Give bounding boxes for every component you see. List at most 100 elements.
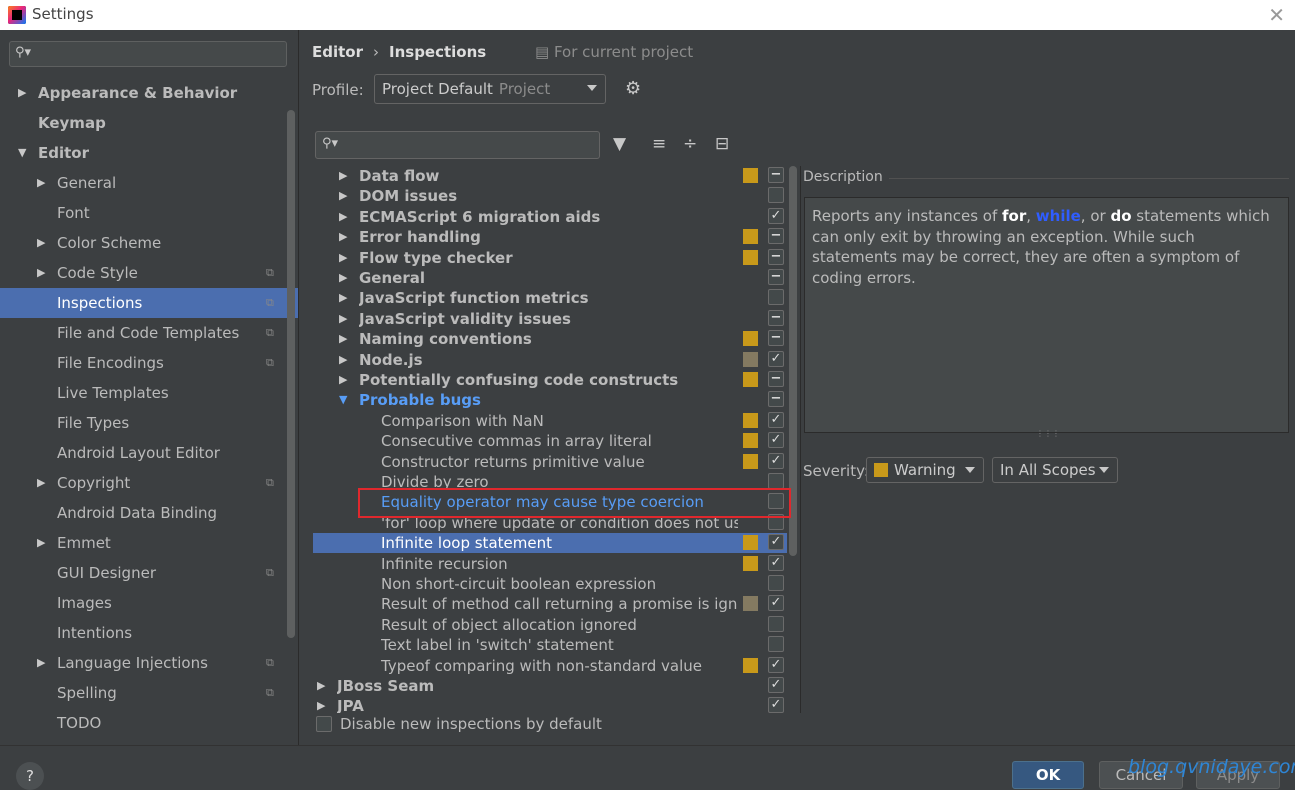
inspection-category-row[interactable]: ▶ JavaScript function metrics [313, 288, 787, 308]
chevron-right-icon[interactable]: ▶ [37, 258, 45, 288]
chevron-right-icon[interactable]: ▶ [37, 168, 45, 198]
sidebar-item-appearance-behavior[interactable]: ▶ Appearance & Behavior [0, 78, 298, 108]
inspection-checkbox[interactable]: − [768, 391, 784, 408]
chevron-right-icon[interactable]: ▶ [339, 186, 347, 206]
reset-icon[interactable]: ⊟ [715, 134, 729, 154]
sidebar-item-code-style[interactable]: ▶ Code Style ⧉ [0, 258, 298, 288]
inspection-search-input[interactable]: ⚲▾ [315, 131, 600, 159]
chevron-right-icon[interactable]: ▶ [18, 78, 26, 108]
sidebar-item-intentions[interactable]: Intentions [0, 618, 298, 648]
inspection-category-row[interactable]: ▶ Node.js ✓ [313, 350, 787, 370]
chevron-right-icon[interactable]: ▶ [37, 228, 45, 258]
inspection-checkbox[interactable]: − [768, 269, 784, 285]
sidebar-item-gui-designer[interactable]: GUI Designer ⧉ [0, 558, 298, 588]
sidebar-item-file-and-code-templates[interactable]: File and Code Templates ⧉ [0, 318, 298, 348]
splitter-grip-icon[interactable]: ⋮⋮⋮ [1036, 429, 1060, 438]
inspection-checkbox[interactable]: ✓ [768, 554, 784, 571]
chevron-right-icon[interactable]: ▶ [37, 528, 45, 558]
inspection-category-row[interactable]: ▶ ECMAScript 6 migration aids ✓ [313, 207, 787, 227]
inspection-checkbox[interactable]: − [768, 330, 784, 347]
inspection-checkbox[interactable] [768, 615, 784, 632]
sidebar-item-copyright[interactable]: ▶ Copyright ⧉ [0, 468, 298, 498]
sidebar-item-keymap[interactable]: Keymap [0, 108, 298, 138]
filter-icon[interactable]: ▼ [613, 134, 626, 154]
collapse-all-icon[interactable]: ÷ [683, 134, 697, 154]
inspection-category-row[interactable]: ▶ JavaScript validity issues − [313, 309, 787, 329]
chevron-right-icon[interactable]: ▶ [339, 309, 347, 329]
ok-button[interactable]: OK [1012, 761, 1084, 789]
sidebar-item-emmet[interactable]: ▶ Emmet [0, 528, 298, 558]
inspection-category-row[interactable]: ▶ Data flow − [313, 166, 787, 186]
inspection-category-row[interactable]: ▶ Naming conventions − [313, 329, 787, 349]
inspection-category-row[interactable]: ▼ Probable bugs − [313, 390, 787, 410]
gear-icon[interactable]: ⚙ [625, 78, 641, 99]
chevron-right-icon[interactable]: ▶ [37, 468, 45, 498]
inspection-row[interactable]: Non short-circuit boolean expression [313, 574, 787, 594]
inspection-checkbox[interactable]: − [768, 228, 784, 245]
chevron-right-icon[interactable]: ▶ [339, 329, 347, 349]
chevron-right-icon[interactable]: ▶ [339, 166, 347, 186]
inspection-row[interactable]: Infinite recursion ✓ [313, 554, 787, 574]
inspection-row[interactable]: Consecutive commas in array literal ✓ [313, 431, 787, 451]
inspection-checkbox[interactable]: ✓ [768, 656, 784, 673]
chevron-down-icon[interactable]: ▼ [339, 390, 347, 410]
sidebar-item-editor[interactable]: ▼ Editor [0, 138, 298, 168]
chevron-right-icon[interactable]: ▶ [317, 676, 325, 696]
chevron-right-icon[interactable]: ▶ [339, 350, 347, 370]
sidebar-item-file-encodings[interactable]: File Encodings ⧉ [0, 348, 298, 378]
inspection-row[interactable]: Result of method call returning a promis… [313, 594, 787, 614]
sidebar-item-font[interactable]: Font [0, 198, 298, 228]
inspection-checkbox[interactable]: − [768, 309, 784, 326]
inspection-checkbox[interactable]: − [768, 371, 784, 387]
chevron-right-icon[interactable]: ▶ [339, 268, 347, 288]
inspection-category-row[interactable]: ▶ DOM issues [313, 186, 787, 206]
sidebar-scrollbar[interactable] [287, 110, 295, 638]
sidebar-item-color-scheme[interactable]: ▶ Color Scheme [0, 228, 298, 258]
inspection-checkbox[interactable]: − [768, 167, 784, 183]
help-button[interactable]: ? [16, 762, 44, 790]
inspection-checkbox[interactable]: − [768, 248, 784, 265]
inspection-checkbox[interactable]: ✓ [768, 350, 784, 367]
chevron-right-icon[interactable]: ▶ [339, 370, 347, 390]
inspection-checkbox[interactable]: ✓ [768, 411, 784, 428]
inspection-category-row[interactable]: ▶ General − [313, 268, 787, 288]
chevron-down-icon[interactable]: ▼ [18, 138, 26, 168]
profile-select[interactable]: Project Default Project [374, 74, 606, 104]
inspection-checkbox[interactable] [768, 289, 784, 306]
inspection-checkbox[interactable] [768, 473, 784, 489]
sidebar-item-spelling[interactable]: Spelling ⧉ [0, 678, 298, 708]
chevron-right-icon[interactable]: ▶ [339, 248, 347, 268]
inspection-row[interactable]: Comparison with NaN ✓ [313, 411, 787, 431]
inspection-checkbox[interactable] [768, 187, 784, 204]
chevron-right-icon[interactable]: ▶ [339, 207, 347, 227]
inspection-checkbox[interactable] [768, 636, 784, 653]
sidebar-item-file-types[interactable]: File Types [0, 408, 298, 438]
chevron-right-icon[interactable]: ▶ [339, 288, 347, 308]
breadcrumb-editor[interactable]: Editor [312, 43, 363, 61]
inspection-checkbox[interactable]: ✓ [768, 677, 784, 693]
inspection-checkbox[interactable]: ✓ [768, 432, 784, 449]
inspection-checkbox[interactable]: ✓ [768, 452, 784, 469]
inspection-checkbox[interactable]: ✓ [768, 595, 784, 612]
sidebar-item-images[interactable]: Images [0, 588, 298, 618]
inspection-row[interactable]: Result of object allocation ignored [313, 615, 787, 635]
chevron-right-icon[interactable]: ▶ [37, 648, 45, 678]
inspection-checkbox[interactable]: ✓ [768, 697, 784, 713]
inspection-category-row[interactable]: ▶ Flow type checker − [313, 248, 787, 268]
inspection-category-row[interactable]: ▶ JPA ✓ [313, 696, 787, 713]
inspection-category-row[interactable]: ▶ JBoss Seam ✓ [313, 676, 787, 696]
close-icon[interactable]: ✕ [1268, 3, 1285, 27]
inspection-row[interactable]: Typeof comparing with non-standard value… [313, 656, 787, 676]
sidebar-item-todo[interactable]: TODO [0, 708, 298, 738]
scope-select[interactable]: In All Scopes [992, 457, 1118, 483]
inspection-row[interactable]: Text label in 'switch' statement [313, 635, 787, 655]
sidebar-item-live-templates[interactable]: Live Templates [0, 378, 298, 408]
inspection-category-row[interactable]: ▶ Potentially confusing code constructs − [313, 370, 787, 390]
inspection-row[interactable]: Infinite loop statement ✓ [313, 533, 787, 554]
sidebar-item-android-data-binding[interactable]: Android Data Binding [0, 498, 298, 528]
inspection-row[interactable]: Constructor returns primitive value ✓ [313, 452, 787, 472]
sidebar-item-language-injections[interactable]: ▶ Language Injections ⧉ [0, 648, 298, 678]
sidebar-item-general[interactable]: ▶ General [0, 168, 298, 198]
inspection-checkbox[interactable]: ✓ [768, 207, 784, 224]
sidebar-item-android-layout-editor[interactable]: Android Layout Editor [0, 438, 298, 468]
